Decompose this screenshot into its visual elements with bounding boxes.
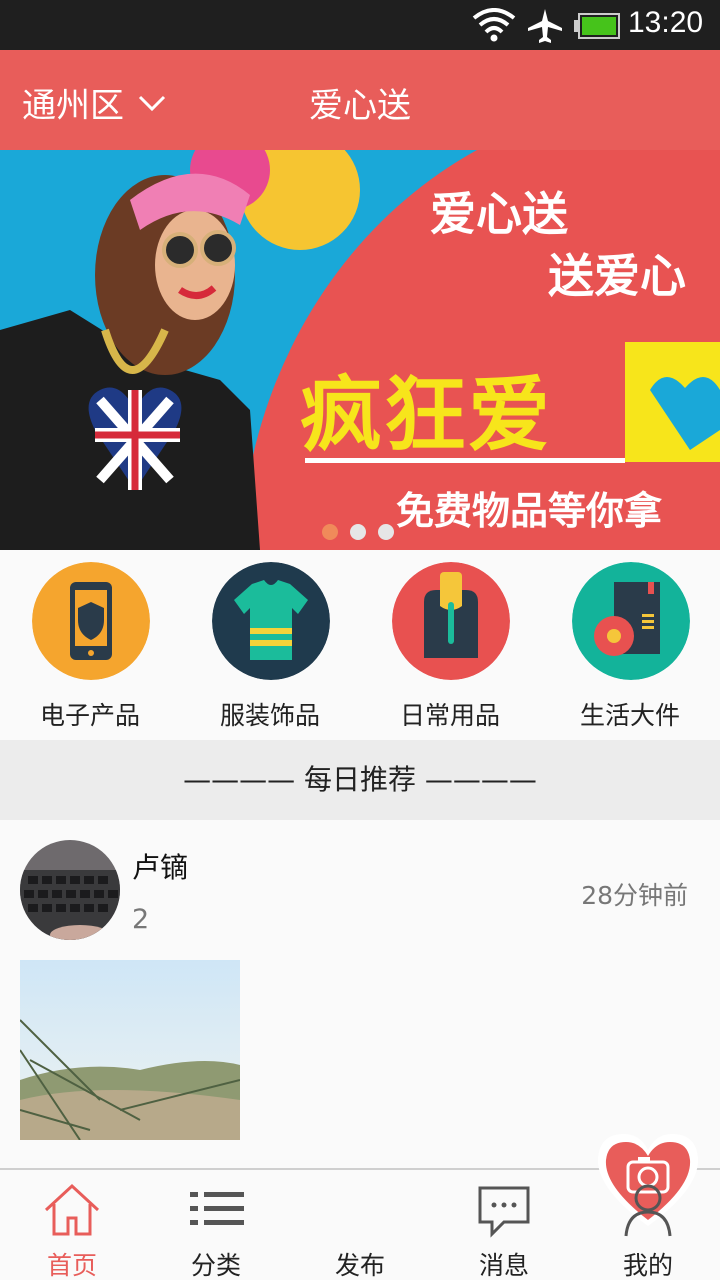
- category-large-items[interactable]: 生活大件: [540, 550, 720, 740]
- banner-line2: 送爱心: [548, 249, 686, 303]
- feed-list: 卢镝 2 28分钟前: [0, 820, 720, 1170]
- category-label: 服装饰品: [219, 701, 320, 730]
- carousel-dot-2[interactable]: [350, 524, 366, 540]
- category-label: 日常用品: [399, 701, 500, 730]
- carousel-dot-1[interactable]: [322, 524, 338, 540]
- category-daily-goods[interactable]: 日常用品: [360, 550, 540, 740]
- nav-messages[interactable]: 消息: [432, 1170, 576, 1280]
- location-label: 通州区: [22, 86, 124, 126]
- message-icon: [478, 1186, 530, 1238]
- airplane-icon: [528, 9, 562, 43]
- category-electronics[interactable]: 电子产品: [0, 550, 180, 740]
- nav-category[interactable]: 分类: [144, 1170, 288, 1280]
- username: 卢镝: [132, 851, 189, 884]
- nav-label: 我的: [622, 1251, 673, 1280]
- category-label: 生活大件: [579, 701, 680, 730]
- phone-icon: [32, 562, 150, 680]
- daily-recommend-header: ———— 每日推荐 ————: [0, 740, 720, 820]
- status-time: 13:20: [628, 6, 704, 39]
- nav-home[interactable]: 首页: [0, 1170, 144, 1280]
- carousel-indicator: [322, 524, 394, 540]
- chevron-down-icon: [138, 95, 166, 111]
- banner-headline: 疯狂爱: [300, 368, 553, 463]
- promo-banner[interactable]: 爱心送 送爱心 疯狂爱 免费物品等你拿: [0, 150, 720, 550]
- shirt-icon: [212, 562, 330, 680]
- title-bar: 爱心送 通州区: [0, 50, 720, 150]
- category-grid: 电子产品 服装饰品 日常用品 生活大件: [0, 550, 720, 740]
- category-label: 电子产品: [39, 701, 140, 730]
- list-icon: [190, 1192, 244, 1225]
- banner-subline: 免费物品等你拿: [396, 489, 663, 533]
- avatar[interactable]: [20, 840, 120, 940]
- post-time: 28分钟前: [581, 881, 688, 910]
- wifi-icon: [472, 8, 516, 42]
- bottom-nav: 首页 分类 发布 消息 我的: [0, 1134, 720, 1280]
- battery-icon: [574, 13, 620, 39]
- nav-label: 首页: [46, 1251, 97, 1280]
- location-selector[interactable]: 通州区: [22, 78, 166, 127]
- banner-line1: 爱心送: [430, 187, 568, 241]
- appliance-icon: [572, 562, 690, 680]
- user-icon: [624, 1184, 672, 1237]
- nav-label: 消息: [478, 1251, 529, 1280]
- status-bar: 13:20: [0, 0, 720, 50]
- nav-label: 分类: [190, 1251, 241, 1280]
- item-count: 2: [132, 904, 150, 935]
- carousel-dot-3[interactable]: [378, 524, 394, 540]
- nav-label: 发布: [334, 1251, 385, 1280]
- nav-profile[interactable]: 我的: [576, 1170, 720, 1280]
- category-clothing[interactable]: 服装饰品: [180, 550, 360, 740]
- bag-icon: [392, 562, 510, 680]
- home-icon: [44, 1183, 100, 1236]
- nav-publish[interactable]: 发布: [288, 1134, 699, 1280]
- post-photo[interactable]: [20, 960, 240, 1140]
